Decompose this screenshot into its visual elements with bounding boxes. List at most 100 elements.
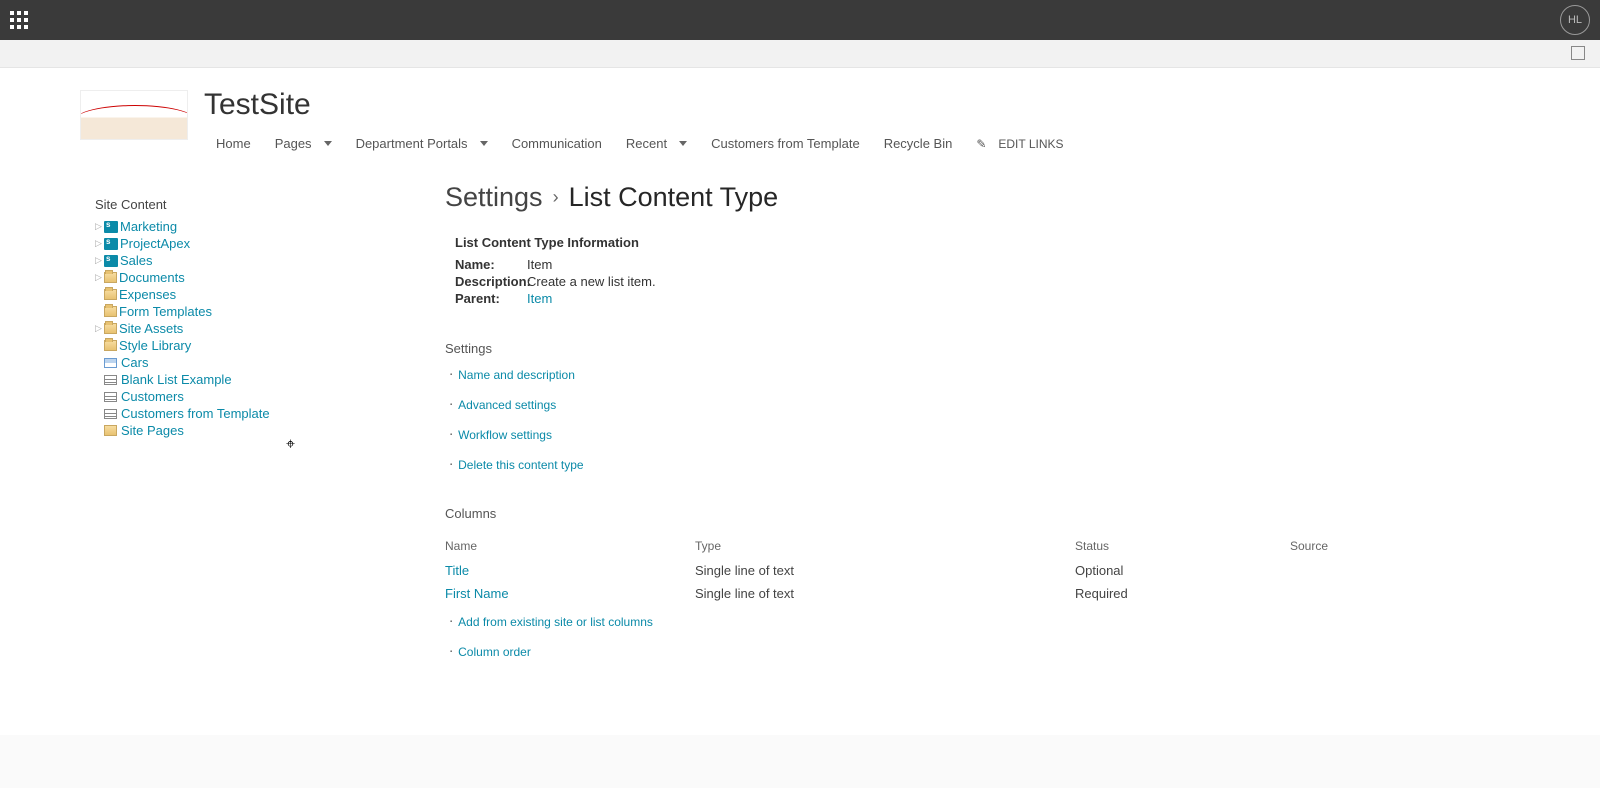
tree-node[interactable]: Site Pages xyxy=(95,422,325,439)
tree-node-label[interactable]: Site Assets xyxy=(119,321,183,336)
info-parent-label: Parent: xyxy=(455,291,527,306)
page-title: Settings › List Content Type xyxy=(445,182,1355,213)
edit-links-button[interactable]: ✎ EDIT LINKS xyxy=(964,131,1075,157)
column-action-link: Add from existing site or list columns xyxy=(450,615,1355,629)
breadcrumb-separator-icon: › xyxy=(553,187,559,208)
piclist-icon xyxy=(104,358,117,368)
column-action-link: Column order xyxy=(450,645,1355,659)
column-type: Single line of text xyxy=(695,582,1075,605)
info-name-label: Name: xyxy=(455,257,527,272)
list-icon xyxy=(104,409,117,419)
tree-node-label[interactable]: Cars xyxy=(121,355,148,370)
chevron-down-icon xyxy=(324,141,332,146)
info-desc-value: Create a new list item. xyxy=(527,274,656,289)
expander-icon[interactable]: ▷ xyxy=(95,323,103,334)
tree-node-label[interactable]: Customers xyxy=(121,389,184,404)
table-row: First Name Single line of textRequired xyxy=(445,582,1355,605)
column-action-anchor[interactable]: Column order xyxy=(458,645,531,659)
column-source xyxy=(1290,559,1355,582)
sub-icon xyxy=(104,255,118,267)
settings-link-anchor[interactable]: Workflow settings xyxy=(458,428,552,442)
expander-icon[interactable]: ▷ xyxy=(95,238,103,249)
col-header-status: Status xyxy=(1075,533,1290,559)
user-avatar[interactable]: HL xyxy=(1560,5,1590,35)
tree-node[interactable]: Style Library xyxy=(95,337,325,354)
tree-node-label[interactable]: Style Library xyxy=(119,338,191,353)
site-logo[interactable] xyxy=(80,90,188,140)
settings-link-anchor[interactable]: Name and description xyxy=(458,368,575,382)
list-icon xyxy=(104,375,117,385)
site-header: TestSite Home Pages Department Portals C… xyxy=(0,68,1600,157)
tree-node[interactable]: ▷ Marketing xyxy=(95,218,325,235)
tree-node[interactable]: Customers from Template xyxy=(95,405,325,422)
column-source xyxy=(1290,582,1355,605)
tree-node-label[interactable]: Site Pages xyxy=(121,423,184,438)
nav-pages[interactable]: Pages xyxy=(263,130,344,157)
tree-node[interactable]: Cars xyxy=(95,354,325,371)
col-header-name: Name xyxy=(445,533,695,559)
folder-icon xyxy=(104,272,117,283)
tree-node[interactable]: ▷ Sales xyxy=(95,252,325,269)
settings-link-anchor[interactable]: Advanced settings xyxy=(458,398,556,412)
expander-icon[interactable]: ▷ xyxy=(95,255,103,266)
pencil-icon: ✎ xyxy=(976,137,986,151)
tree-node[interactable]: ▷ Documents xyxy=(95,269,325,286)
tree-node-label[interactable]: ProjectApex xyxy=(120,236,190,251)
settings-link: Workflow settings xyxy=(450,428,1355,442)
list-icon xyxy=(104,392,117,402)
nav-customers-template[interactable]: Customers from Template xyxy=(699,130,872,157)
column-action-anchor[interactable]: Add from existing site or list columns xyxy=(458,615,653,629)
main-panel: Settings › List Content Type List Conten… xyxy=(345,177,1445,675)
tree-node[interactable]: Form Templates xyxy=(95,303,325,320)
content-area: Site Content ▷ Marketing ▷ ProjectApex ▷ Sale… xyxy=(0,157,1600,735)
nav-department-portals[interactable]: Department Portals xyxy=(344,130,500,157)
tree-node-label[interactable]: Expenses xyxy=(119,287,176,302)
column-name-link[interactable]: Title xyxy=(445,563,469,578)
folder-icon xyxy=(104,340,117,351)
nav-communication[interactable]: Communication xyxy=(500,130,614,157)
column-status: Optional xyxy=(1075,559,1290,582)
tree-node[interactable]: Blank List Example xyxy=(95,371,325,388)
column-status: Required xyxy=(1075,582,1290,605)
app-launcher-icon[interactable] xyxy=(10,11,28,29)
site-title[interactable]: TestSite xyxy=(204,90,1076,120)
info-name-value: Item xyxy=(527,257,552,272)
tree-node[interactable]: ▷ ProjectApex xyxy=(95,235,325,252)
breadcrumb-settings[interactable]: Settings xyxy=(445,182,543,213)
tree-node-label[interactable]: Sales xyxy=(120,253,153,268)
nav-recent[interactable]: Recent xyxy=(614,130,699,157)
col-header-type: Type xyxy=(695,533,1075,559)
expander-icon[interactable]: ▷ xyxy=(95,221,103,232)
tree-node-label[interactable]: Marketing xyxy=(120,219,177,234)
info-desc-label: Description: xyxy=(455,274,527,289)
pages-icon xyxy=(104,425,117,436)
columns-heading: Columns xyxy=(445,506,1355,521)
expander-icon[interactable]: ▷ xyxy=(95,272,103,283)
settings-link-anchor[interactable]: Delete this content type xyxy=(458,458,583,472)
info-parent-link[interactable]: Item xyxy=(527,291,552,306)
tree-node-label[interactable]: Documents xyxy=(119,270,185,285)
tree-node-label[interactable]: Blank List Example xyxy=(121,372,232,387)
chevron-down-icon xyxy=(679,141,687,146)
left-nav: Site Content ▷ Marketing ▷ ProjectApex ▷ Sale… xyxy=(0,177,345,675)
top-nav: Home Pages Department Portals Communicat… xyxy=(204,130,1076,157)
tree-node[interactable]: ▷ Site Assets xyxy=(95,320,325,337)
folder-icon xyxy=(104,323,117,334)
table-row: TitleSingle line of textOptional xyxy=(445,559,1355,582)
tree-node-label[interactable]: Form Templates xyxy=(119,304,212,319)
nav-recycle-bin[interactable]: Recycle Bin xyxy=(872,130,965,157)
info-heading: List Content Type Information xyxy=(455,235,1355,250)
settings-link: Name and description xyxy=(450,368,1355,382)
left-nav-heading: Site Content xyxy=(95,197,325,212)
col-header-source: Source xyxy=(1290,533,1355,559)
folder-icon xyxy=(104,306,117,317)
tree-node[interactable]: Expenses xyxy=(95,286,325,303)
columns-table: Name Type Status Source TitleSingle line… xyxy=(445,533,1355,605)
column-name-link[interactable]: First Name xyxy=(445,586,509,601)
nav-home[interactable]: Home xyxy=(204,130,263,157)
tree-node[interactable]: Customers xyxy=(95,388,325,405)
folder-icon xyxy=(104,289,117,300)
tree-node-label[interactable]: Customers from Template xyxy=(121,406,270,421)
focus-content-icon[interactable] xyxy=(1571,46,1585,60)
settings-link: Delete this content type xyxy=(450,458,1355,472)
